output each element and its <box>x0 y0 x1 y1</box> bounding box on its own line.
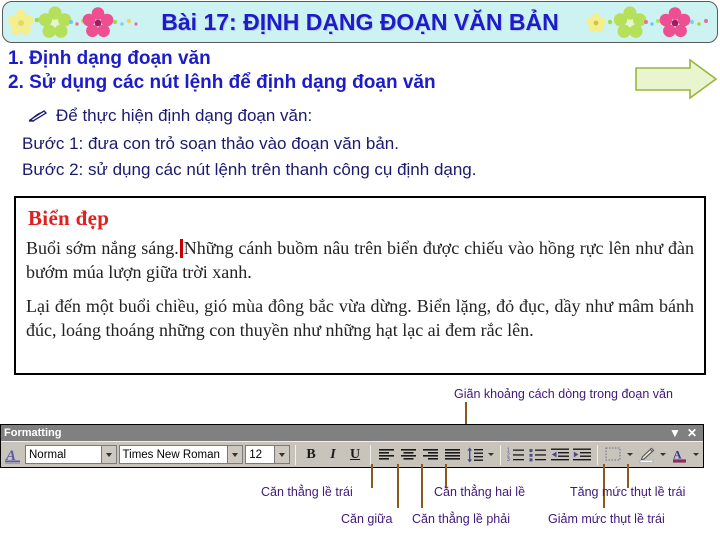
highlight-pencil-icon <box>639 447 654 463</box>
bullet-list-icon <box>529 449 547 462</box>
formatting-toolbar: Formatting ▼ ✕ A Normal Times New Roman … <box>0 424 704 468</box>
line-spacing-icon <box>466 447 483 462</box>
borders-icon <box>605 447 621 461</box>
increase-indent-button[interactable] <box>571 444 593 466</box>
annotation-align-right: Căn thẳng lề phải <box>412 512 510 526</box>
separator <box>370 444 372 465</box>
increase-indent-icon <box>572 448 591 461</box>
toolbar-title: Formatting <box>4 427 62 439</box>
annotation-align-justify: Căn thẳng hai lề <box>434 485 526 499</box>
align-center-icon <box>400 449 416 460</box>
font-size-combo[interactable]: 12 <box>245 445 291 464</box>
highlight-dropdown-icon[interactable] <box>657 444 668 466</box>
line-spacing-button[interactable] <box>463 444 485 466</box>
align-left-button[interactable] <box>375 444 397 466</box>
slide-title-bar: Bài 17: ĐỊNH DẠNG ĐOẠN VĂN BẢN <box>2 1 718 43</box>
borders-button[interactable] <box>602 444 624 466</box>
document-paragraph-2: Lại đến một buổi chiều, gió mùa đông bắc… <box>26 295 694 340</box>
font-combo-value: Times New Roman <box>122 448 220 461</box>
bullet-line-text: Để thực hiện định dạng đoạn văn: <box>56 106 313 125</box>
underline-label: U <box>349 446 361 462</box>
italic-button[interactable]: I <box>322 444 344 466</box>
bold-label: B <box>306 446 316 462</box>
connector-align-left <box>371 464 373 488</box>
annotation-line-spacing: Giãn khoảng cách dòng trong đoạn văn <box>454 387 673 401</box>
page-title: Bài 17: ĐỊNH DẠNG ĐOẠN VĂN BẢN <box>161 8 559 35</box>
svg-text:3: 3 <box>507 457 510 462</box>
svg-text:A: A <box>673 447 682 461</box>
font-color-a-icon: A <box>672 447 686 463</box>
connector-align-right <box>421 464 423 508</box>
font-color-button[interactable]: A <box>668 444 690 466</box>
annotation-indent-decrease: Giảm mức thụt lề trái <box>548 512 665 526</box>
underline-button[interactable]: U <box>344 444 366 466</box>
paragraph-1-before-caret: Buổi sớm nắng sáng. <box>26 238 179 258</box>
bold-button[interactable]: B <box>300 444 322 466</box>
text-caret <box>179 239 183 258</box>
toolbar-button-row: A Normal Times New Roman 12 B I U 1 2 3 … <box>1 441 703 467</box>
separator <box>597 444 599 465</box>
style-a-icon: A <box>5 448 20 464</box>
separator <box>295 444 297 465</box>
align-justify-icon <box>444 449 460 460</box>
right-arrow-icon <box>635 58 718 100</box>
align-justify-button[interactable] <box>441 444 463 466</box>
heading-item-1: 1. Định dạng đoạn văn <box>8 48 211 69</box>
align-right-button[interactable] <box>419 444 441 466</box>
highlight-button[interactable] <box>635 444 657 466</box>
numbered-list-button[interactable]: 123 <box>505 444 527 466</box>
toolbar-close-button[interactable]: ✕ <box>684 427 700 439</box>
align-left-icon <box>378 449 394 460</box>
align-center-button[interactable] <box>397 444 419 466</box>
font-color-dropdown-icon[interactable] <box>690 444 701 466</box>
font-size-combo-value: 12 <box>249 448 262 461</box>
separator <box>500 444 502 465</box>
document-title: Biển đẹp <box>28 206 110 230</box>
style-combo-dropdown-icon[interactable] <box>100 446 116 463</box>
step-1-text: Bước 1: đưa con trỏ soạn thảo vào đoạn v… <box>22 134 399 153</box>
bullet-list-button[interactable] <box>527 444 549 466</box>
style-combo[interactable]: Normal <box>25 445 117 464</box>
decrease-indent-icon <box>550 448 569 461</box>
borders-dropdown-icon[interactable] <box>624 444 635 466</box>
bullet-line: Để thực hiện định dạng đoạn văn: <box>28 106 312 126</box>
toolbar-options-button[interactable]: ▼ <box>666 427 684 439</box>
annotation-indent-increase: Tăng mức thụt lề trái <box>570 485 686 499</box>
document-preview: Biển đẹp Buổi sớm nắng sáng. Những cánh b… <box>14 196 706 375</box>
numbered-list-icon: 123 <box>507 448 525 462</box>
annotation-align-left: Căn thẳng lề trái <box>261 485 353 499</box>
step-2-text: Bước 2: sử dụng các nút lệnh trên thanh … <box>22 160 477 179</box>
toolbar-title-bar: Formatting ▼ ✕ <box>1 425 703 441</box>
heading-item-2: 2. Sử dụng các nút lệnh để định dạng đoạ… <box>8 72 436 93</box>
align-right-icon <box>422 449 438 460</box>
quill-bullet-icon <box>28 110 48 122</box>
style-combo-value: Normal <box>29 448 67 461</box>
italic-label: I <box>330 446 336 462</box>
annotation-align-center: Căn giữa <box>341 512 393 526</box>
line-spacing-dropdown-icon[interactable] <box>485 444 496 466</box>
document-paragraph-1: Buổi sớm nắng sáng. Những cánh buồm nâu t… <box>26 237 694 285</box>
font-size-combo-dropdown-icon[interactable] <box>274 446 290 463</box>
decrease-indent-button[interactable] <box>549 444 571 466</box>
connector-align-center <box>397 464 399 508</box>
font-combo[interactable]: Times New Roman <box>118 445 244 464</box>
font-combo-dropdown-icon[interactable] <box>227 446 243 463</box>
